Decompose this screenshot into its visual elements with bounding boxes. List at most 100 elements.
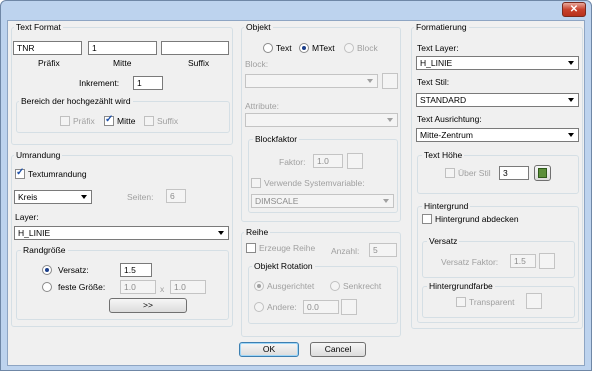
suffix-label: Suffix — [188, 58, 210, 68]
sysvar-checkbox[interactable] — [251, 178, 261, 188]
suffix-input[interactable] — [161, 41, 229, 55]
range-middle-checkbox[interactable] — [104, 114, 114, 126]
layer-select-value: H_LINIE — [18, 228, 51, 238]
textumrandung-label: Textumrandung — [28, 169, 87, 179]
middle-input[interactable]: 1 — [88, 41, 157, 55]
chevron-down-icon — [383, 199, 389, 203]
seiten-label: Seiten: — [127, 192, 154, 202]
block-pick-button[interactable] — [382, 73, 398, 89]
increment-input[interactable]: 1 — [133, 76, 163, 90]
erzeuge-reihe-checkbox[interactable] — [246, 243, 256, 253]
textumrandung-checkbox[interactable] — [15, 167, 25, 179]
range-title: Bereich der hochgezählt wird — [19, 96, 133, 106]
middle-label: Mitte — [113, 58, 132, 68]
text-hoehe-group — [417, 155, 579, 194]
chevron-down-icon — [387, 118, 393, 122]
increment-label: Inkrement: — [79, 78, 120, 88]
text-hoehe-input[interactable]: 3 — [499, 166, 529, 180]
close-button[interactable]: ✕ — [562, 2, 586, 17]
versatz-faktor-pick-button[interactable] — [539, 253, 555, 269]
versatz-faktor-input[interactable]: 1.5 — [510, 254, 536, 268]
feste-height-input[interactable]: 1.0 — [170, 280, 206, 294]
feste-x-label: x — [160, 284, 165, 294]
andere-input[interactable]: 0.0 — [303, 300, 339, 314]
expand-button[interactable]: >> — [109, 298, 187, 313]
andere-radio[interactable] — [254, 302, 264, 312]
versatz-faktor-label: Versatz Faktor: — [441, 257, 499, 267]
color-swatch-button[interactable] — [526, 293, 542, 309]
layer-select[interactable]: H_LINIE — [14, 226, 229, 240]
text-stil-label: Text Stil: — [417, 77, 450, 87]
versatz-radio[interactable] — [42, 265, 52, 275]
ausgerichtet-label: Ausgerichtet — [267, 281, 315, 291]
text-hoehe-title: Text Höhe — [422, 150, 465, 160]
prefix-label: Präfix — [38, 58, 60, 68]
pick-height-icon — [538, 168, 547, 178]
chevron-down-icon — [568, 98, 574, 102]
prefix-input[interactable]: TNR — [13, 41, 82, 55]
radio-mtext[interactable] — [299, 43, 309, 53]
dialog-window: ✕ Text Format TNR 1 Präfix Mitte Suffix … — [0, 0, 592, 371]
chevron-down-icon — [568, 61, 574, 65]
anzahl-input[interactable]: 5 — [369, 243, 397, 257]
seiten-input[interactable]: 6 — [166, 189, 186, 203]
andere-pick-button[interactable] — [341, 299, 357, 315]
reihe-title: Reihe — [244, 227, 271, 237]
hintergrund-abdecken-checkbox[interactable] — [422, 214, 432, 224]
range-middle-label: Mitte — [117, 116, 136, 126]
versatz-label: Versatz: — [58, 265, 89, 275]
feste-width-input[interactable]: 1.0 — [120, 280, 156, 294]
faktor-label: Faktor: — [279, 157, 306, 167]
formatierung-title: Formatierung — [414, 22, 469, 32]
feste-groesse-radio[interactable] — [42, 282, 52, 292]
andere-label: Andere: — [267, 302, 297, 312]
shape-select[interactable]: Kreis — [14, 190, 92, 204]
text-ausrichtung-select[interactable]: Mitte-Zentrum — [416, 128, 579, 142]
blockfaktor-title: Blockfaktor — [253, 134, 300, 144]
range-prefix-label: Präfix — [73, 116, 95, 126]
ueber-stil-label: Über Stil — [458, 168, 491, 178]
ausgerichtet-radio[interactable] — [254, 281, 264, 291]
text-ausrichtung-label: Text Ausrichtung: — [417, 114, 482, 124]
attribute-select[interactable] — [245, 113, 398, 127]
senkrecht-label: Senkrecht — [343, 281, 382, 291]
radio-block[interactable] — [344, 43, 354, 53]
radio-mtext-label: MText — [312, 43, 335, 53]
sysvar-select[interactable]: DIMSCALE — [251, 194, 394, 208]
radio-block-label: Block — [357, 43, 378, 53]
text-stil-select[interactable]: STANDARD — [416, 93, 579, 107]
radio-text-label: Text — [276, 43, 292, 53]
ok-button[interactable]: OK — [239, 342, 299, 357]
chevron-down-icon — [367, 79, 373, 83]
range-prefix-checkbox[interactable] — [60, 116, 70, 126]
hintergrund-abdecken-label: Hintergrund abdecken — [435, 214, 519, 224]
text-layer-select[interactable]: H_LINIE — [416, 56, 579, 70]
block-label: Block: — [245, 59, 269, 69]
dialog-client: Text Format TNR 1 Präfix Mitte Suffix In… — [7, 20, 585, 366]
range-suffix-checkbox[interactable] — [144, 116, 154, 126]
chevron-down-icon — [218, 231, 224, 235]
rotation-group — [248, 266, 398, 324]
faktor-input[interactable]: 1.0 — [313, 154, 343, 168]
ueber-stil-checkbox[interactable] — [445, 168, 455, 178]
objekt-title: Objekt — [244, 22, 273, 32]
block-select[interactable] — [245, 74, 378, 88]
randgroesse-title: Randgröße — [21, 245, 68, 255]
hg-versatz-title: Versatz — [427, 236, 460, 246]
shape-select-value: Kreis — [18, 192, 38, 202]
faktor-pick-button[interactable] — [347, 153, 363, 169]
text-stil-value: STANDARD — [420, 95, 467, 105]
text-layer-value: H_LINIE — [420, 58, 453, 68]
pick-height-button[interactable] — [534, 165, 551, 181]
attribute-label: Attribute: — [245, 101, 280, 111]
versatz-input[interactable]: 1.5 — [120, 263, 152, 277]
hg-farbe-title: Hintergrundfarbe — [427, 281, 495, 291]
chevron-down-icon — [568, 133, 574, 137]
transparent-checkbox[interactable] — [456, 297, 466, 307]
layer-label: Layer: — [15, 212, 39, 222]
cancel-button[interactable]: Cancel — [310, 342, 366, 357]
umrandung-title: Umrandung — [14, 150, 63, 160]
senkrecht-radio[interactable] — [330, 281, 340, 291]
chevron-down-icon — [81, 195, 87, 199]
radio-text[interactable] — [263, 43, 273, 53]
